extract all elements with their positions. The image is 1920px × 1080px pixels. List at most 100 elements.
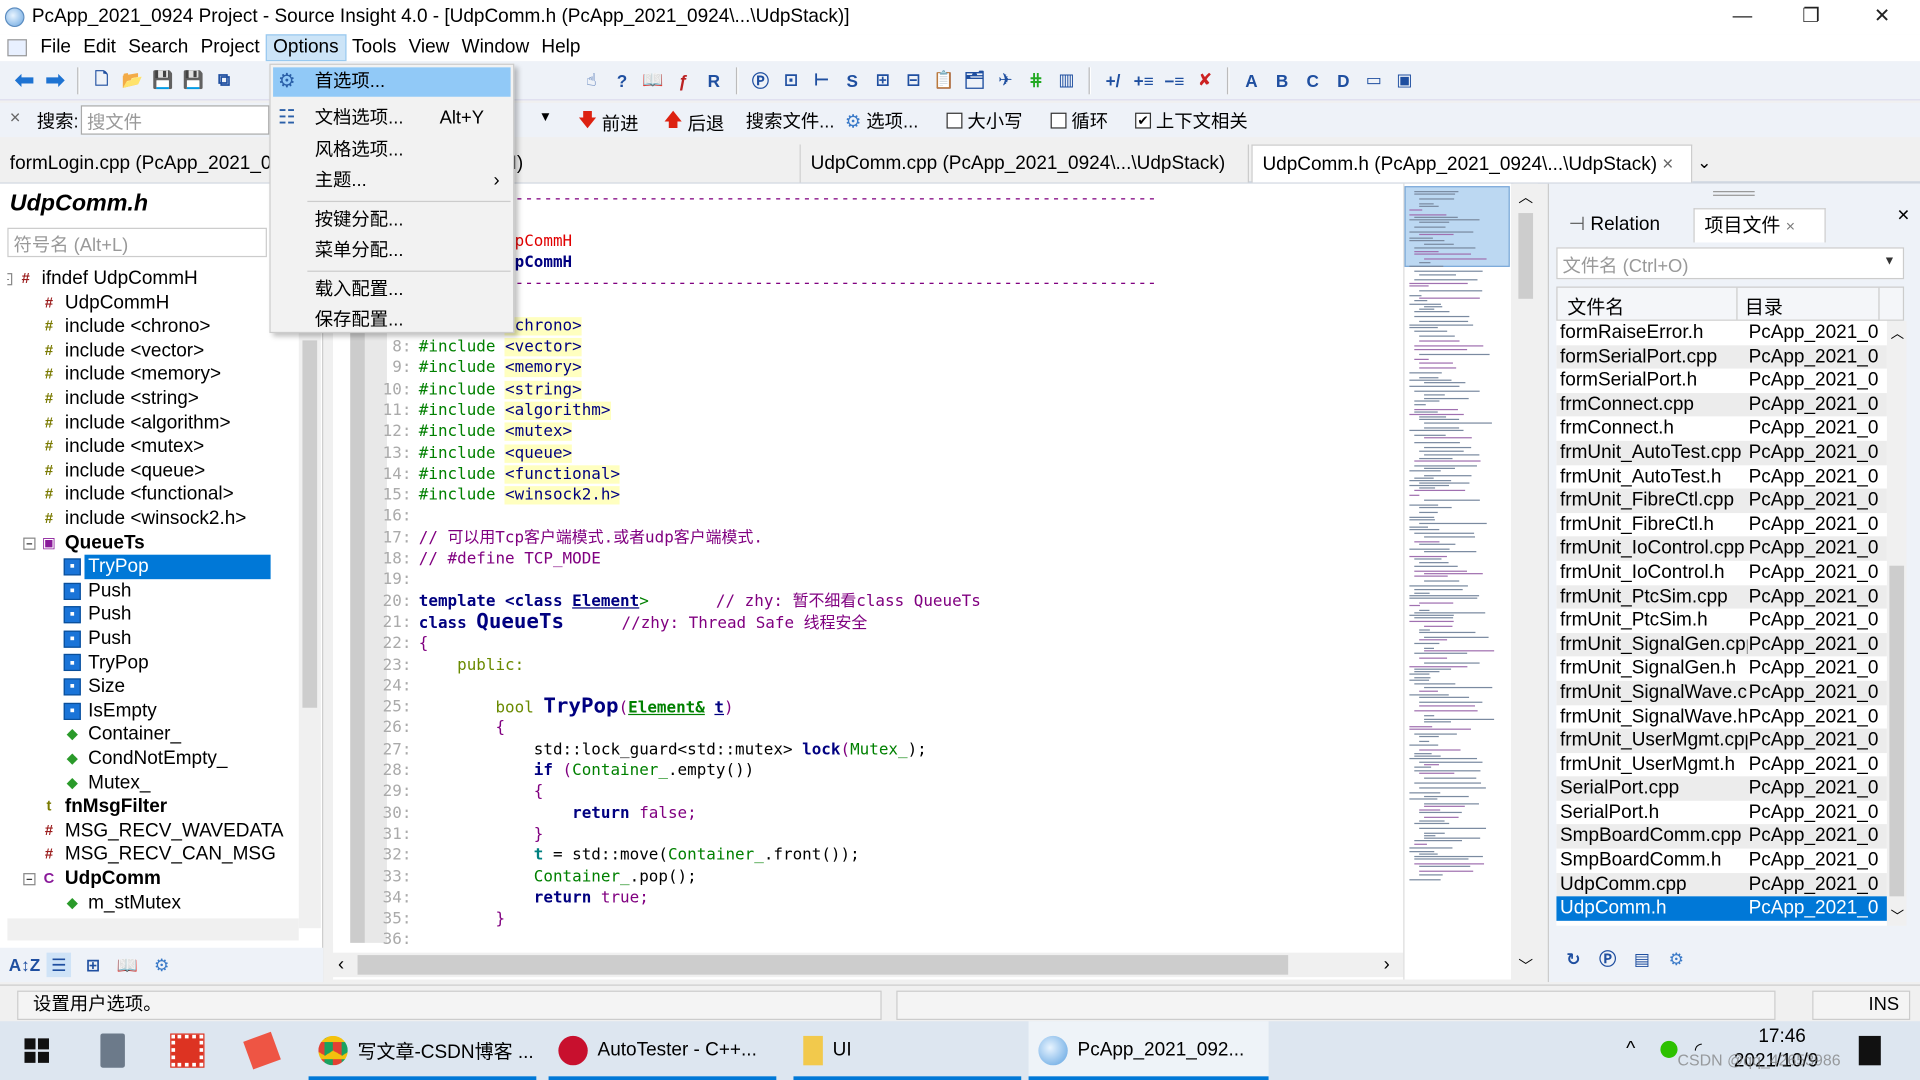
menu-options[interactable]: Options	[265, 34, 346, 62]
code-line[interactable]: 10: #include <string>	[333, 379, 1403, 400]
tab-relation[interactable]: ⊣ Relation	[1559, 208, 1694, 242]
menu-item-3[interactable]: 主题... ›	[273, 167, 511, 196]
menu-view[interactable]: View	[402, 34, 455, 61]
file-list-row[interactable]: frmUnit_FibreCtl.h PcApp_2021_0	[1556, 513, 1887, 537]
split-icon[interactable]: ▥	[1054, 68, 1078, 92]
bookmark-c-icon[interactable]: C	[1300, 68, 1324, 92]
menu-tools[interactable]: Tools	[346, 34, 403, 61]
menu-item-8[interactable]: 载入配置...	[273, 275, 511, 304]
search-files-button[interactable]: 搜索文件...	[746, 108, 835, 134]
code-line[interactable]: 34: return true;	[333, 888, 1403, 909]
taskbar-app-autotester[interactable]: AutoTester - C++...	[548, 1021, 777, 1080]
tab-udpcomm-cpp[interactable]: UdpComm.cpp (PcApp_2021_0924\...\UdpStac…	[800, 144, 1249, 183]
file-list-row[interactable]: frmUnit_UserMgmt.h PcApp_2021_0	[1556, 753, 1887, 777]
windows-start-icon[interactable]	[24, 1038, 49, 1063]
minimize-button[interactable]: —	[1714, 2, 1770, 31]
file-list-row[interactable]: frmConnect.cpp PcApp_2021_0	[1556, 392, 1887, 417]
taskbar-app-ui-folder[interactable]: UI	[793, 1021, 1022, 1080]
scroll-up-icon[interactable]: ︿	[1518, 186, 1533, 207]
symbol-tree-item[interactable]: # UdpCommH	[40, 291, 169, 315]
add-line-icon[interactable]: +≡	[1131, 68, 1155, 92]
maximize-button[interactable]: ❐	[1783, 2, 1839, 31]
code-line[interactable]: 8: #include <vector>	[333, 337, 1403, 358]
close-button[interactable]: ✕	[1854, 2, 1910, 31]
lookup-icon[interactable]: ?	[610, 68, 634, 92]
code-line[interactable]: 11: #include <algorithm>	[333, 400, 1403, 421]
symbol-tree-item[interactable]: # include <chrono>	[40, 315, 211, 339]
tab-formlogin-cpp[interactable]: formLogin.cpp (PcApp_2021_0924\...\UI)	[0, 144, 272, 183]
chevron-down-icon[interactable]: ▼	[1883, 255, 1895, 268]
gear-icon[interactable]: ⚙	[1664, 947, 1688, 971]
scroll-thumb[interactable]	[357, 955, 1289, 975]
symbol-tree-item[interactable]: ▪ Size	[63, 675, 125, 699]
code-line[interactable]: 14: #include <functional>	[333, 464, 1403, 485]
symbol-tree-item[interactable]: # MSG_RECV_CAN_MSG	[40, 843, 276, 867]
symbol-tree-item[interactable]: # include <queue>	[40, 459, 205, 483]
code-line[interactable]: 31: }	[333, 824, 1403, 845]
menu-item-2[interactable]: 风格选项...	[273, 135, 511, 164]
column-header-file-name[interactable]: 文件名	[1567, 293, 1624, 320]
symbol-tree-item[interactable]: # include <string>	[40, 387, 199, 411]
file-list-row[interactable]: formSerialPort.cpp PcApp_2021_0	[1556, 344, 1887, 369]
code-line[interactable]: 16:	[333, 506, 1403, 527]
relation-icon[interactable]: ⊢	[809, 68, 833, 92]
symbol-tree-item[interactable]: − ▣ QueueTs	[23, 531, 145, 555]
tab-udpcomm-h[interactable]: UdpComm.h (PcApp_2021_0924\...\UdpStack)…	[1251, 144, 1693, 183]
code-line[interactable]: 15: #include <winsock2.h>	[333, 485, 1403, 506]
code-line[interactable]: 26: {	[333, 718, 1403, 739]
menu-item-6[interactable]: 菜单分配...	[273, 236, 511, 265]
panel-grip[interactable]	[1713, 191, 1755, 196]
file-list-row[interactable]: SerialPort.cpp PcApp_2021_0	[1556, 776, 1887, 801]
menu-help[interactable]: Help	[535, 34, 586, 61]
file-list-row[interactable]: frmUnit_SignalGen.h PcApp_2021_0	[1556, 657, 1887, 681]
menu-project[interactable]: Project	[194, 34, 265, 61]
list-view-icon[interactable]: ☰	[46, 952, 72, 978]
category-icon[interactable]: ⊞	[81, 953, 105, 977]
code-line[interactable]: 33: Container_.pop();	[333, 866, 1403, 887]
clock-time[interactable]: 17:46	[1758, 1026, 1806, 1048]
overview-icon[interactable]: 🗂	[962, 68, 986, 92]
file-list-row[interactable]: frmUnit_SignalGen.cpp PcApp_2021_0	[1556, 632, 1887, 657]
file-list-row[interactable]: frmUnit_SignalWave.h PcApp_2021_0	[1556, 705, 1887, 729]
symbol-tree-item[interactable]: ▪ Push	[63, 579, 132, 603]
code-line[interactable]: 36:	[333, 930, 1403, 951]
symbol-tree-item[interactable]: − C UdpComm	[23, 867, 161, 891]
close-search-bar-icon[interactable]: ×	[10, 108, 21, 129]
file-name-search-input[interactable]: 文件名 (Ctrl+O) ▼	[1556, 247, 1905, 280]
code-overview-minimap[interactable]	[1403, 183, 1512, 980]
scroll-up-icon[interactable]: ︿	[1891, 323, 1904, 343]
symbol-tree-item[interactable]: # include <vector>	[40, 339, 204, 363]
symbol-tree-item[interactable]: # include <algorithm>	[40, 411, 231, 435]
file-list-row[interactable]: frmUnit_PtcSim.cpp PcApp_2021_0	[1556, 584, 1887, 609]
code-line[interactable]: 9: #include <memory>	[333, 358, 1403, 379]
tab-close-icon[interactable]: ×	[1786, 217, 1795, 235]
collapse-toggle-icon[interactable]: −	[23, 537, 36, 550]
folder-window-icon[interactable]: ▭	[1362, 68, 1386, 92]
picture-icon[interactable]: ▣	[1392, 68, 1416, 92]
new-file-icon[interactable]: 🗋	[89, 68, 113, 92]
file-list-row[interactable]: formRaiseError.h PcApp_2021_0	[1556, 321, 1887, 345]
code-line[interactable]: 24:	[333, 676, 1403, 697]
symbol-tree-item[interactable]: ◆ m_stMutex	[64, 891, 181, 915]
r-icon[interactable]: R	[702, 68, 726, 92]
column-header-directory[interactable]: 目录	[1736, 287, 1783, 320]
tab-close-icon[interactable]: ×	[1662, 154, 1673, 175]
bird-icon[interactable]: ✈	[993, 68, 1017, 92]
tab-project-files[interactable]: 项目文件 ×	[1693, 208, 1826, 243]
collapse-toggle-icon[interactable]: −	[7, 273, 13, 286]
code-line[interactable]: 28: if (Container_.empty())	[333, 760, 1403, 781]
symbol-tree-item[interactable]: ▪ TryPop	[63, 651, 149, 675]
code-line[interactable]: 17: // 可以用Tcp客户端模式.或者udp客户端模式.	[333, 527, 1403, 548]
symbol-tree-item[interactable]: # MSG_RECV_WAVEDATA	[40, 819, 284, 843]
symbol-tree-item[interactable]: # include <winsock2.h>	[40, 507, 247, 531]
file-list-row[interactable]: frmConnect.h PcApp_2021_0	[1556, 417, 1887, 441]
back-arrow-icon[interactable]: ⬅	[12, 67, 36, 94]
scroll-thumb[interactable]	[302, 340, 318, 708]
code-line[interactable]: 13: #include <queue>	[333, 443, 1403, 464]
project-icon[interactable]: Ⓟ	[1596, 947, 1620, 971]
code-line[interactable]: 22: {	[333, 633, 1403, 654]
search-options-button[interactable]: ⚙ 选项...	[845, 108, 918, 134]
remove-line-icon[interactable]: −≡	[1162, 68, 1186, 92]
context-checkbox[interactable]: ✔ 上下文相关	[1135, 108, 1248, 134]
book-icon[interactable]: 📖	[115, 953, 139, 977]
